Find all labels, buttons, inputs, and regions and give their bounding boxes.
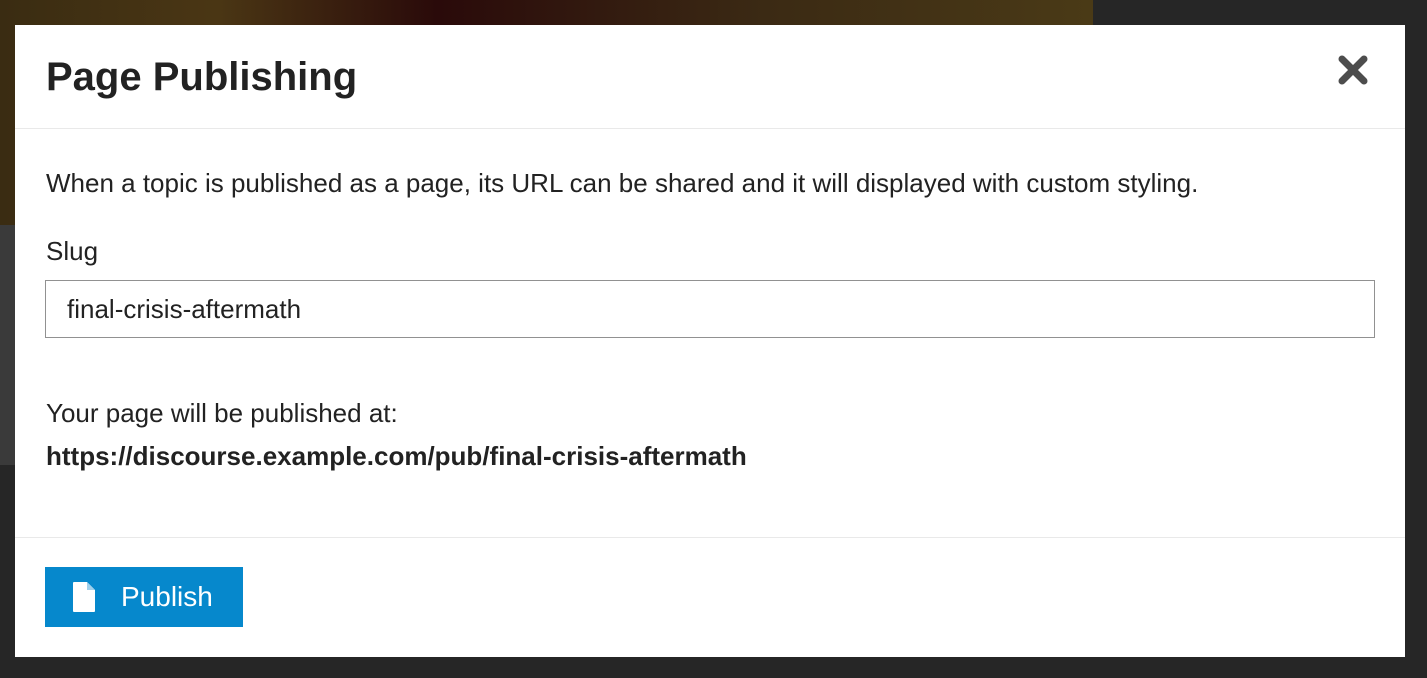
publish-info-label: Your page will be published at: (46, 398, 398, 428)
modal-header: Page Publishing (15, 25, 1405, 129)
page-publishing-modal: Page Publishing When a topic is publishe… (15, 25, 1405, 657)
modal-footer: Publish (15, 537, 1405, 658)
slug-label: Slug (46, 236, 99, 266)
modal-title: Page Publishing (46, 55, 358, 99)
publish-button-label: Publish (121, 581, 213, 612)
close-button[interactable] (1333, 50, 1373, 90)
publish-button[interactable]: Publish (45, 567, 243, 627)
modal-body: When a topic is published as a page, its… (15, 129, 1405, 537)
file-icon (73, 582, 95, 612)
publish-url: https://discourse.example.com/pub/final-… (46, 441, 747, 471)
modal-description: When a topic is published as a page, its… (46, 168, 1199, 198)
close-icon (1338, 55, 1368, 85)
slug-input[interactable] (45, 280, 1375, 338)
